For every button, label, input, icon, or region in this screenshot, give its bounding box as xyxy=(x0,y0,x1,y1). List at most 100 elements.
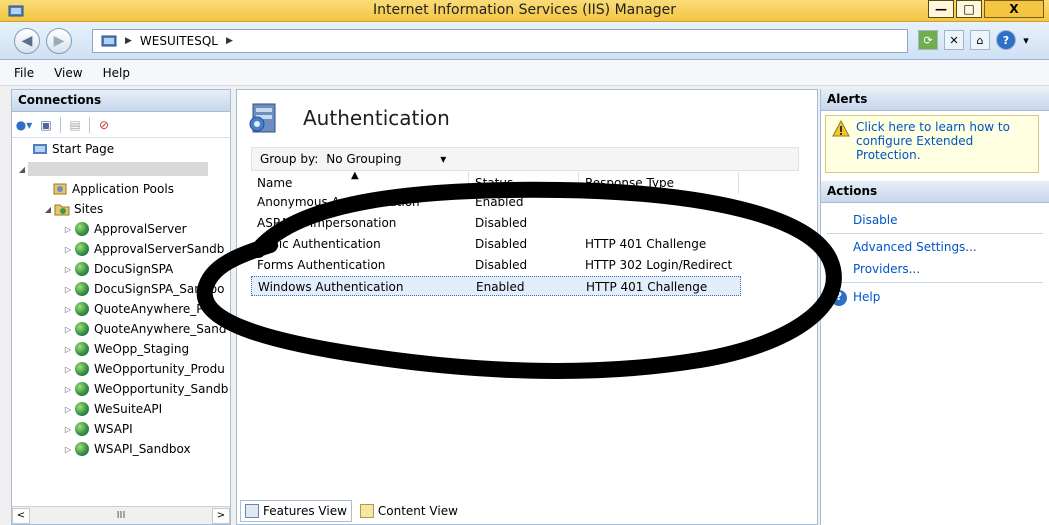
home-icon[interactable]: ⌂ xyxy=(970,30,990,50)
minimize-button[interactable]: — xyxy=(928,0,954,18)
expand-icon[interactable]: ▷ xyxy=(62,385,74,394)
connect-icon[interactable]: ●▾ xyxy=(16,117,33,133)
table-row[interactable]: Basic Authentication Disabled HTTP 401 Cha… xyxy=(251,234,741,254)
table-row[interactable]: ASP.NET Impersonation Disabled xyxy=(251,213,741,233)
horizontal-scrollbar[interactable]: < III > xyxy=(12,506,230,524)
server-icon xyxy=(101,35,117,47)
globe-icon xyxy=(74,361,90,377)
breadcrumb-separator-end[interactable]: ▶ xyxy=(226,36,233,46)
advanced-settings-action[interactable]: Advanced Settings... xyxy=(853,240,977,254)
tree-server-node[interactable]: ◢ xyxy=(16,160,208,178)
tree-site-item[interactable]: ▷ DocuSignSPA xyxy=(62,260,173,278)
providers-action[interactable]: Providers... xyxy=(853,262,920,276)
expand-icon[interactable]: ▷ xyxy=(62,425,74,434)
tree-site-item[interactable]: ▷ WeOpportunity_Sandb xyxy=(62,380,228,398)
refresh-icon[interactable]: ⟳ xyxy=(918,30,938,50)
group-by-dropdown[interactable]: No Grouping ▾ xyxy=(326,152,446,166)
column-header-response-type[interactable]: Response Type xyxy=(579,172,739,194)
actions-divider xyxy=(827,282,1043,283)
table-row[interactable]: Forms Authentication Disabled HTTP 302 Log… xyxy=(251,255,741,275)
authentication-list: Name ▲ Status Response Type Anonymous Au… xyxy=(251,170,799,482)
alert-link[interactable]: Click here to learn how to configure Ext… xyxy=(856,120,1010,162)
column-header-name[interactable]: Name ▲ xyxy=(251,170,469,194)
tree-site-item[interactable]: ▷ WSAPI_Sandbox xyxy=(62,440,191,458)
tree-label: Application Pools xyxy=(72,182,174,196)
collapse-icon[interactable]: ◢ xyxy=(42,205,54,214)
tree-label: Sites xyxy=(74,202,104,216)
tree-site-item[interactable]: ▷ DocuSignSPA_Sandbo xyxy=(62,280,224,298)
tree-start-page[interactable]: Start Page xyxy=(20,140,114,158)
table-row[interactable]: Windows Authentication Enabled HTTP 401 Ch… xyxy=(251,276,741,296)
features-view-icon xyxy=(245,504,259,518)
tree-label: WeOpportunity_Sandb xyxy=(94,382,229,396)
tree-site-item[interactable]: ▷ WeSuiteAPI xyxy=(62,400,162,418)
actions-divider xyxy=(827,233,1043,234)
help-icon[interactable]: ? xyxy=(996,30,1016,50)
close-button[interactable]: X xyxy=(984,0,1044,18)
scroll-left-icon[interactable]: < xyxy=(12,507,30,524)
tree-sites[interactable]: ◢ Sites xyxy=(42,200,103,218)
toolbar-separator xyxy=(60,116,61,133)
help-icon[interactable]: ? xyxy=(831,290,847,306)
globe-icon xyxy=(74,261,90,277)
scroll-right-icon[interactable]: > xyxy=(212,507,230,524)
stop-icon[interactable]: ✕ xyxy=(944,30,964,50)
back-arrow-icon: ◀ xyxy=(21,33,33,49)
scroll-thumb[interactable]: III xyxy=(30,510,212,521)
tree-site-item[interactable]: ▷ ApprovalServer xyxy=(62,220,187,238)
tree-label: DocuSignSPA xyxy=(94,262,174,276)
row-name: Basic Authentication xyxy=(257,237,381,251)
expand-icon[interactable]: ▷ xyxy=(62,345,74,354)
table-row[interactable]: Anonymous Authentication Enabled xyxy=(251,192,741,212)
actions-header-wrap: Actions xyxy=(821,181,1049,203)
help-dropdown-icon[interactable]: ▾ xyxy=(1022,30,1030,50)
collapse-icon[interactable]: ◢ xyxy=(16,165,28,174)
tree-site-item[interactable]: ▷ WSAPI xyxy=(62,420,133,438)
alert-message-box[interactable]: Click here to learn how to configure Ext… xyxy=(825,115,1039,173)
tree-app-pools[interactable]: Application Pools xyxy=(52,180,174,198)
maximize-button[interactable]: □ xyxy=(956,0,982,18)
view-tabs: Features View Content View xyxy=(240,500,462,522)
tree-site-item[interactable]: ▷ QuoteAnywhere_P xyxy=(62,300,204,318)
menu-view[interactable]: View xyxy=(44,66,92,80)
disconnect-icon[interactable]: ⊘ xyxy=(96,117,112,133)
expand-icon[interactable]: ▷ xyxy=(62,285,74,294)
column-header-status[interactable]: Status xyxy=(469,172,579,194)
tree-label: QuoteAnywhere_P xyxy=(94,302,204,316)
authentication-icon xyxy=(249,103,276,133)
back-button[interactable]: ◀ xyxy=(14,28,40,54)
address-field[interactable]: ▶ WESUITESQL ▶ xyxy=(92,29,908,53)
start-page-icon xyxy=(32,141,48,157)
tab-content-view[interactable]: Content View xyxy=(356,500,462,522)
title-bar: Internet Information Services (IIS) Mana… xyxy=(0,0,1049,22)
tree-site-item[interactable]: ▷ WeOpp_Staging xyxy=(62,340,189,358)
breadcrumb-server[interactable]: WESUITESQL xyxy=(140,34,218,48)
expand-icon[interactable]: ▷ xyxy=(62,405,74,414)
up-folder-icon[interactable]: ▤ xyxy=(67,117,83,133)
tree-site-item[interactable]: ▷ QuoteAnywhere_Sand xyxy=(62,320,226,338)
help-action[interactable]: Help xyxy=(853,290,880,304)
expand-icon[interactable]: ▷ xyxy=(62,225,74,234)
menu-help[interactable]: Help xyxy=(93,66,140,80)
expand-icon[interactable]: ▷ xyxy=(62,305,74,314)
save-icon[interactable]: ▣ xyxy=(38,117,54,133)
tree-site-item[interactable]: ▷ WeOpportunity_Produ xyxy=(62,360,225,378)
breadcrumb-separator: ▶ xyxy=(125,36,132,46)
globe-icon xyxy=(74,221,90,237)
disable-action[interactable]: Disable xyxy=(853,213,898,227)
expand-icon[interactable]: ▷ xyxy=(62,445,74,454)
tree-site-item[interactable]: ▷ ApprovalServerSandb xyxy=(62,240,224,258)
group-by-label: Group by: xyxy=(260,152,319,166)
expand-icon[interactable]: ▷ xyxy=(62,245,74,254)
globe-icon xyxy=(74,401,90,417)
connections-tree: Start Page ◢ Application Pools ◢ Sites ▷… xyxy=(12,138,230,498)
tab-features-view[interactable]: Features View xyxy=(240,500,352,522)
globe-icon xyxy=(74,301,90,317)
app-pools-icon xyxy=(52,181,68,197)
forward-button[interactable]: ▶ xyxy=(46,28,72,54)
menu-file[interactable]: File xyxy=(4,66,44,80)
redacted-server-name xyxy=(28,162,208,176)
expand-icon[interactable]: ▷ xyxy=(62,265,74,274)
expand-icon[interactable]: ▷ xyxy=(62,325,74,334)
expand-icon[interactable]: ▷ xyxy=(62,365,74,374)
